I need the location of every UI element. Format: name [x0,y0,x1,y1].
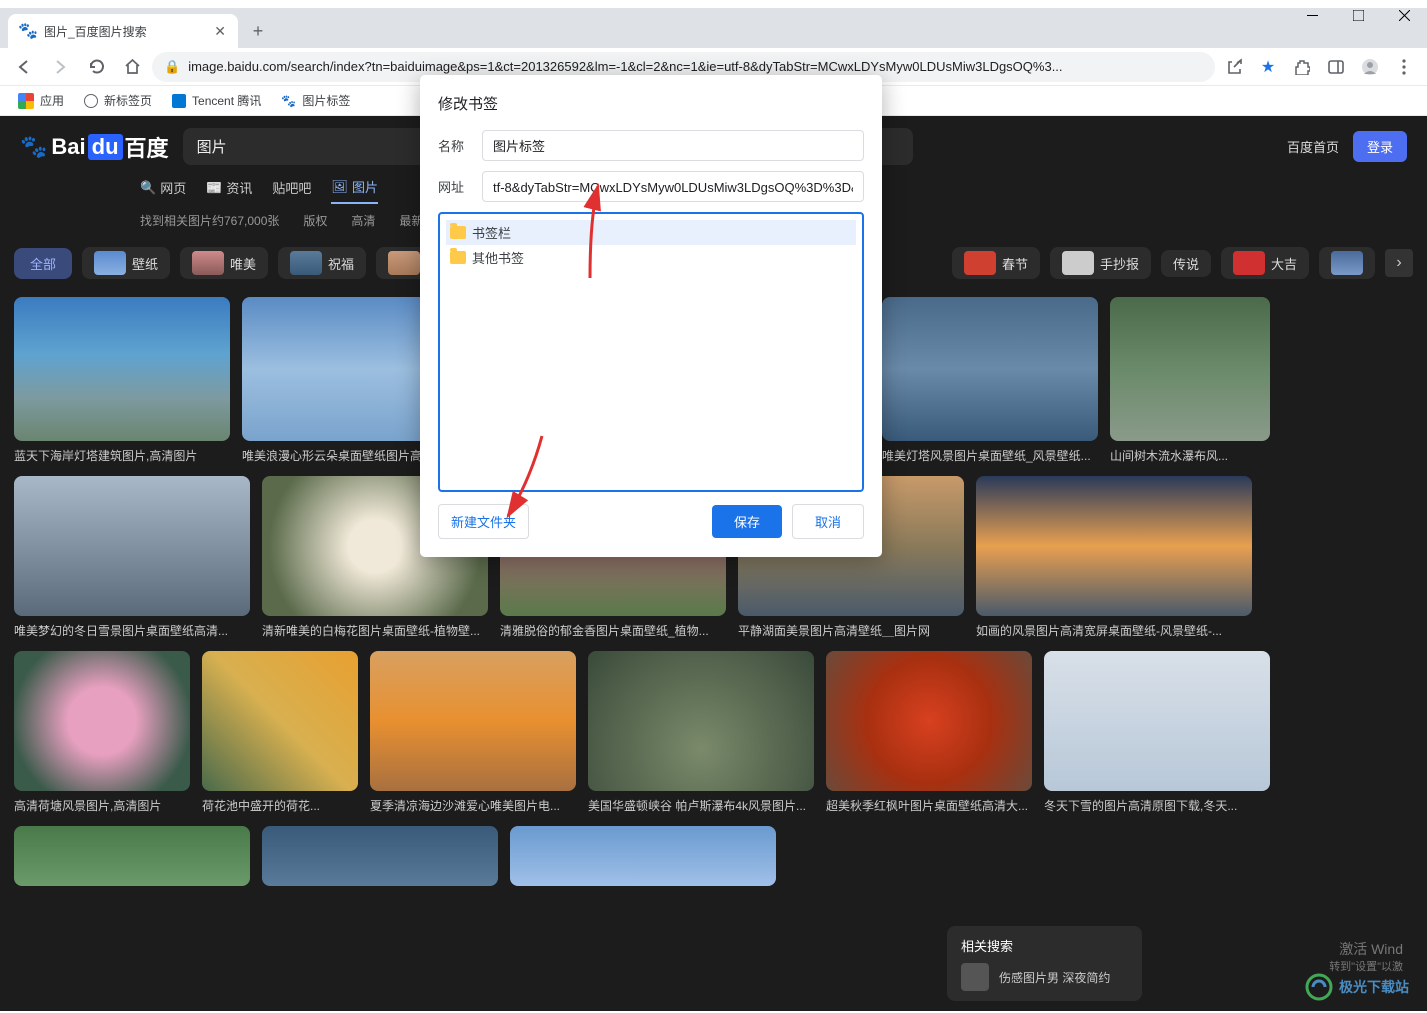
image-caption: 唯美梦幻的冬日雪景图片桌面壁纸高清... [14,622,250,639]
baidu-paw-icon: 🐾 [20,23,36,39]
share-icon[interactable] [1219,52,1249,82]
minimize-button[interactable] [1289,0,1335,30]
tencent-icon [172,94,186,108]
close-button[interactable] [1381,0,1427,30]
bookmark-item[interactable]: 新标签页 [76,92,160,109]
category-pill[interactable]: 春节 [952,247,1040,279]
name-label: 名称 [438,136,470,155]
window-controls [1289,0,1427,30]
dialog-title: 修改书签 [438,93,864,114]
image-caption: 冬天下雪的图片高清原图下载,冬天... [1044,797,1270,814]
extensions-icon[interactable] [1287,52,1317,82]
cancel-button[interactable]: 取消 [792,504,864,539]
baidu-home-link[interactable]: 百度首页 [1287,137,1339,156]
image-result[interactable] [510,826,776,886]
login-button[interactable]: 登录 [1353,131,1407,162]
related-item[interactable]: 伤感图片男 深夜简约 [961,963,1128,991]
tab-images[interactable]: 🖼 图片 [331,177,378,204]
back-button[interactable] [8,51,40,83]
image-caption: 平静湖面美景图片高清壁纸＿图片网 [738,622,964,639]
baidu-paw-icon: 🐾 [281,94,296,108]
new-tab-button[interactable]: + [244,17,272,45]
tab-strip: 🐾 图片_百度图片搜索 ✕ + [0,8,1427,48]
annotation-arrow [500,430,560,525]
image-caption: 超美秋季红枫叶图片桌面壁纸高清大... [826,797,1032,814]
lock-icon: 🔒 [164,59,180,75]
category-pill[interactable]: 祝福 [278,247,366,279]
filter-hd[interactable]: 高清 [351,212,375,229]
side-panel-icon[interactable] [1321,52,1351,82]
tab-close-icon[interactable]: ✕ [214,23,226,40]
category-pill[interactable] [1319,247,1375,279]
category-pill[interactable]: 传说 [1161,250,1211,277]
maximize-button[interactable] [1335,0,1381,30]
image-result[interactable]: 冬天下雪的图片高清原图下载,冬天... [1044,651,1270,814]
globe-icon [84,94,98,108]
bookmark-item[interactable]: Tencent 腾讯 [164,92,269,109]
scroll-right-icon[interactable]: › [1385,249,1413,277]
related-thumb [961,963,989,991]
image-result[interactable] [14,826,250,886]
annotation-arrow [580,178,670,288]
image-caption: 高清荷塘风景图片,高清图片 [14,797,190,814]
image-result[interactable]: 荷花池中盛开的荷花... [202,651,358,814]
image-caption: 荷花池中盛开的荷花... [202,797,358,814]
related-searches: 相关搜索 伤感图片男 深夜简约 [947,926,1142,1001]
related-title: 相关搜索 [961,936,1128,955]
image-caption: 美国华盛顿峡谷 帕卢斯瀑布4k风景图片... [588,797,814,814]
tab-web[interactable]: 🔍 网页 [140,177,186,204]
bookmark-item[interactable]: 🐾图片标签 [273,92,358,109]
url-text: image.baidu.com/search/index?tn=baiduima… [188,59,1203,74]
browser-tab[interactable]: 🐾 图片_百度图片搜索 ✕ [8,14,238,48]
image-result[interactable]: 超美秋季红枫叶图片桌面壁纸高清大... [826,651,1032,814]
tab-tieba[interactable]: 贴吧吧 [272,177,311,204]
image-caption: 夏季清凉海边沙滩爱心唯美图片电... [370,797,576,814]
image-result[interactable]: 唯美梦幻的冬日雪景图片桌面壁纸高清... [14,476,250,639]
menu-icon[interactable] [1389,52,1419,82]
tab-news[interactable]: 📰 资讯 [206,177,252,204]
image-result[interactable]: 唯美灯塔风景图片桌面壁纸_风景壁纸... [882,297,1098,464]
category-pill[interactable]: 壁纸 [82,247,170,279]
category-pill[interactable]: 大吉 [1221,247,1309,279]
category-pill[interactable]: 唯美 [180,247,268,279]
folder-icon [450,251,466,264]
image-caption: 如画的风景图片高清宽屏桌面壁纸-风景壁纸-... [976,622,1252,639]
image-result[interactable]: 夏季清凉海边沙滩爱心唯美图片电... [370,651,576,814]
reload-button[interactable] [80,51,112,83]
windows-activate-watermark: 激活 Wind 转到"设置"以激 [1329,940,1403,975]
baidu-logo[interactable]: 🐾Baidu百度 [20,131,169,163]
image-result[interactable]: 美国华盛顿峡谷 帕卢斯瀑布4k风景图片... [588,651,814,814]
url-label: 网址 [438,177,470,196]
image-result[interactable] [262,826,498,886]
tab-title: 图片_百度图片搜索 [44,23,206,40]
image-result[interactable]: 蓝天下海岸灯塔建筑图片,高清图片 [14,297,230,464]
save-button[interactable]: 保存 [712,505,782,538]
result-count: 找到相关图片约767,000张 [140,212,279,229]
image-caption: 清新唯美的白梅花图片桌面壁纸-植物壁... [262,622,488,639]
home-button[interactable] [116,51,148,83]
image-result[interactable]: 山间树木流水瀑布风... [1110,297,1270,464]
apps-shortcut[interactable]: 应用 [10,92,72,109]
category-all[interactable]: 全部 [14,248,72,279]
image-result[interactable]: 高清荷塘风景图片,高清图片 [14,651,190,814]
bookmark-name-input[interactable] [482,130,864,161]
image-result[interactable]: 如画的风景图片高清宽屏桌面壁纸-风景壁纸-... [976,476,1252,639]
site-watermark: 极光下载站 [1305,973,1409,1001]
edit-bookmark-dialog: 修改书签 名称 网址 书签栏 其他书签 新建文件夹 保存 取消 [420,75,882,557]
category-pill[interactable]: 手抄报 [1050,247,1151,279]
bookmark-star-icon[interactable]: ★ [1253,52,1283,82]
image-caption: 清雅脱俗的郁金香图片桌面壁纸_植物... [500,622,726,639]
forward-button[interactable] [44,51,76,83]
apps-icon [18,93,34,109]
folder-icon [450,226,466,239]
bookmark-url-input[interactable] [482,171,864,202]
filter-copyright[interactable]: 版权 [303,212,327,229]
profile-icon[interactable] [1355,52,1385,82]
